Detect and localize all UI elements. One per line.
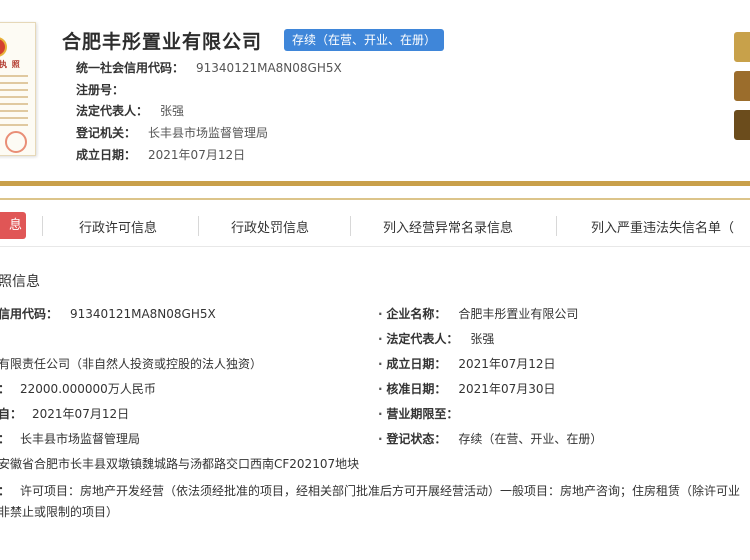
- detail-value: 91340121MA8N08GH5X: [70, 307, 216, 321]
- bullet-icon: ·: [378, 432, 383, 446]
- status-badge: 存续（在营、开业、在册）: [284, 29, 445, 51]
- header-label: 统一社会信用代码：: [76, 61, 185, 75]
- detail-company-type: 有限责任公司（非自然人投资或控股的法人独资）: [0, 357, 263, 371]
- tab-divider: [556, 216, 557, 236]
- detail-value: 2021年07月12日: [458, 357, 556, 371]
- detail-established: · 成立日期： 2021年07月12日: [378, 355, 556, 372]
- divider-gold-thin: [0, 198, 750, 200]
- bullet-icon: ·: [378, 307, 383, 321]
- detail-value: 许可项目：房地产开发经营（依法须经批准的项目，经相关部门批准后方可开展经营活动）…: [20, 484, 741, 498]
- tab-abnormal-operations[interactable]: 列入经营异常名录信息: [383, 217, 513, 236]
- header-label: 注册号：: [76, 83, 125, 97]
- detail-label: 企业名称：: [386, 307, 447, 321]
- company-name-heading: 合肥丰彤置业有限公司: [62, 31, 263, 53]
- divider-gold-thick: [0, 181, 750, 186]
- detail-term-end: · 营业期限至：: [378, 405, 458, 422]
- detail-authority: ： 长丰县市场监督管理局: [0, 430, 140, 447]
- tab-admin-permit[interactable]: 行政许可信息: [79, 217, 157, 236]
- detail-label: ：: [0, 382, 10, 396]
- detail-business-scope: ： 许可项目：房地产开发经营（依法须经批准的项目，经相关部门批准后方可开展经营活动…: [0, 482, 750, 499]
- detail-company-name: · 企业名称： 合肥丰彤置业有限公司: [378, 305, 578, 322]
- detail-credit-code: 信用代码： 91340121MA8N08GH5X: [0, 305, 216, 322]
- detail-label: ：: [0, 484, 10, 498]
- detail-business-scope-cont: 非禁止或限制的项目）: [0, 505, 119, 519]
- bullet-icon: ·: [378, 407, 383, 421]
- detail-capital: ： 22000.000000万人民币: [0, 380, 156, 397]
- detail-legal-rep: · 法定代表人： 张强: [378, 330, 494, 347]
- detail-address: 安徽省合肥市长丰县双墩镇魏城路与汤都路交口西南CF202107地块: [0, 457, 360, 471]
- detail-value: 22000.000000万人民币: [20, 382, 156, 396]
- detail-value: 存续（在营、开业、在册）: [458, 432, 603, 446]
- business-license-thumbnail[interactable]: 执 照: [0, 22, 36, 156]
- header-row-legal-rep: 法定代表人： 张强: [76, 102, 184, 119]
- side-action-button-3[interactable]: [734, 110, 750, 140]
- detail-label: 核准日期：: [386, 382, 447, 396]
- detail-label: 营业期限至：: [386, 407, 459, 421]
- tab-serious-violation[interactable]: 列入严重违法失信名单（: [591, 217, 734, 236]
- detail-label: 成立日期：: [386, 357, 447, 371]
- detail-label: ：: [0, 432, 10, 446]
- header-label: 法定代表人：: [76, 104, 149, 118]
- header-row-credit-code: 统一社会信用代码： 91340121MA8N08GH5X: [76, 59, 342, 76]
- detail-label: 登记状态：: [386, 432, 447, 446]
- tab-divider: [198, 216, 199, 236]
- header-label: 成立日期：: [76, 148, 137, 162]
- header-row-reg-number: 注册号：: [76, 81, 136, 98]
- license-thumb-title: 执 照: [0, 60, 21, 69]
- detail-label: 信用代码：: [0, 307, 59, 321]
- bullet-icon: ·: [378, 332, 383, 346]
- header-row-authority: 登记机关： 长丰县市场监督管理局: [76, 124, 268, 141]
- tab-bar-border: [0, 246, 750, 247]
- header-row-established: 成立日期： 2021年07月12日: [76, 146, 245, 163]
- side-action-button-1[interactable]: [734, 32, 750, 62]
- bullet-icon: ·: [378, 357, 383, 371]
- header-value: 2021年07月12日: [148, 148, 246, 162]
- section-title: 照信息: [0, 274, 40, 290]
- bullet-icon: ·: [378, 382, 383, 396]
- header-value: 长丰县市场监督管理局: [148, 126, 269, 140]
- detail-approval-date: · 核准日期： 2021年07月30日: [378, 380, 556, 397]
- detail-reg-status: · 登记状态： 存续（在营、开业、在册）: [378, 430, 602, 447]
- detail-value: 张强: [470, 332, 495, 346]
- detail-label: 自：: [0, 407, 23, 421]
- header-label: 登记机关：: [76, 126, 137, 140]
- national-emblem-icon: [0, 37, 7, 57]
- license-thumb-lines: [0, 75, 28, 131]
- detail-value: 长丰县市场监督管理局: [20, 432, 141, 446]
- official-seal-icon: [5, 131, 27, 153]
- tab-license-info[interactable]: 息: [0, 212, 26, 239]
- tab-admin-penalty[interactable]: 行政处罚信息: [231, 217, 309, 236]
- detail-label: 法定代表人：: [386, 332, 459, 346]
- detail-value: 2021年07月12日: [32, 407, 130, 421]
- detail-value: 2021年07月30日: [458, 382, 556, 396]
- tab-divider: [42, 216, 43, 236]
- header-value: 张强: [160, 104, 185, 118]
- detail-value: 合肥丰彤置业有限公司: [458, 307, 579, 321]
- detail-term-start: 自： 2021年07月12日: [0, 405, 129, 422]
- side-action-button-2[interactable]: [734, 71, 750, 101]
- tab-divider: [350, 216, 351, 236]
- header-value: 91340121MA8N08GH5X: [196, 61, 342, 75]
